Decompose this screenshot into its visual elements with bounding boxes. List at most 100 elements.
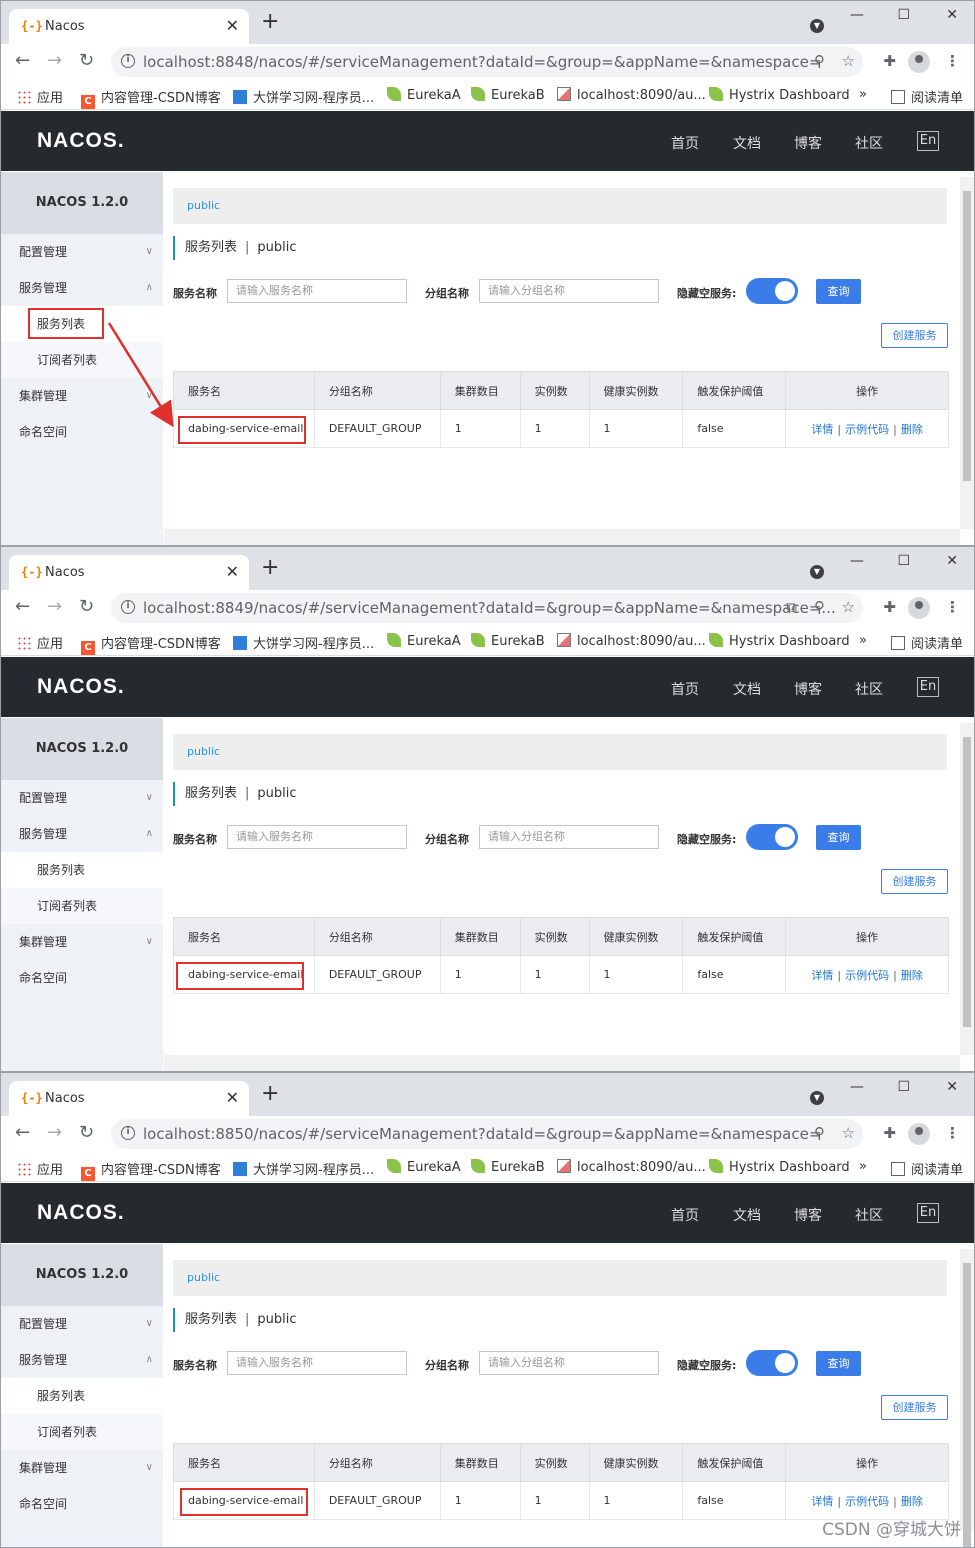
bookmark-item[interactable]: localhost:8090/au... (557, 1159, 706, 1175)
nacos-logo[interactable]: NACOS. (37, 675, 125, 699)
reload-icon[interactable]: ↻ (79, 1122, 94, 1143)
scrollbar-thumb[interactable] (963, 191, 971, 481)
tab-close-icon[interactable]: ✕ (226, 1088, 239, 1107)
bookmark-item[interactable]: 应用 (17, 1159, 63, 1178)
nacos-logo[interactable]: NACOS. (37, 129, 125, 153)
group-name-input[interactable]: 请输入分组名称 (479, 825, 659, 849)
window-close-icon[interactable]: ✕ (946, 553, 958, 569)
sidebar-item-service-list[interactable]: 服务列表 (1, 1378, 163, 1414)
query-button[interactable]: 查询 (816, 825, 861, 850)
back-arrow-icon[interactable]: ← (15, 1122, 30, 1143)
bookmark-item[interactable]: Hystrix Dashboard (709, 87, 850, 103)
vertical-scrollbar[interactable] (960, 723, 974, 1055)
tab-search-icon[interactable]: ▼ (810, 1091, 824, 1105)
minimize-icon[interactable]: — (850, 7, 864, 23)
bookmark-item[interactable]: EurekaA (387, 1159, 461, 1175)
tab-close-icon[interactable]: ✕ (226, 16, 239, 35)
sample-code-link[interactable]: 示例代码 (845, 1495, 889, 1508)
window-close-icon[interactable]: ✕ (946, 7, 958, 23)
nav-blog[interactable]: 博客 (794, 133, 822, 153)
language-switch[interactable]: En (917, 1203, 939, 1223)
zoom-icon[interactable]: ⚲ (814, 598, 825, 616)
create-service-button[interactable]: 创建服务 (881, 869, 948, 894)
browser-tab[interactable]: {-} Nacos ✕ (9, 1081, 249, 1116)
info-icon[interactable]: i (121, 54, 135, 68)
back-arrow-icon[interactable]: ← (15, 50, 30, 71)
service-name-input[interactable]: 请输入服务名称 (227, 1351, 407, 1375)
sidebar-item-service[interactable]: 服务管理 ∧ (1, 816, 163, 852)
vertical-scrollbar[interactable] (960, 1249, 974, 1547)
new-tab-icon[interactable]: + (261, 1083, 279, 1105)
breadcrumb[interactable]: public (173, 734, 947, 770)
tab-search-icon[interactable]: ▼ (810, 565, 824, 579)
browser-tab[interactable]: {-} Nacos ✕ (9, 555, 249, 590)
minimize-icon[interactable]: — (850, 1079, 864, 1095)
sidebar-item-service[interactable]: 服务管理 ∧ (1, 1342, 163, 1378)
browser-tab[interactable]: {-} Nacos ✕ (9, 9, 249, 44)
url-text[interactable]: localhost:8849/nacos/#/serviceManagement… (143, 599, 836, 617)
sidebar-item-cluster[interactable]: 集群管理 ∨ (1, 378, 163, 414)
bookmark-star-icon[interactable]: ☆ (842, 52, 855, 70)
kebab-menu-icon[interactable]: ⋮ (945, 598, 960, 616)
vertical-scrollbar[interactable] (960, 177, 974, 529)
address-bar[interactable]: i localhost:8850/nacos/#/serviceManageme… (111, 1119, 863, 1149)
forward-arrow-icon[interactable]: → (47, 50, 62, 71)
sidebar-item-cluster[interactable]: 集群管理 ∨ (1, 924, 163, 960)
bookmark-item[interactable]: EurekaB (471, 87, 545, 103)
nav-docs[interactable]: 文档 (733, 1205, 761, 1225)
nav-community[interactable]: 社区 (855, 133, 883, 153)
forward-arrow-icon[interactable]: → (47, 596, 62, 617)
profile-avatar[interactable] (908, 51, 930, 73)
bookmark-item[interactable]: » (859, 87, 867, 102)
bookmark-item[interactable]: EurekaA (387, 87, 461, 103)
bookmark-item[interactable]: 应用 (17, 633, 63, 652)
delete-link[interactable]: 删除 (901, 969, 923, 982)
tab-search-icon[interactable]: ▼ (810, 19, 824, 33)
maximize-icon[interactable]: ☐ (897, 1079, 910, 1095)
translate-icon[interactable]: ⧉ (786, 598, 797, 616)
bookmark-item[interactable]: 阅读清单 (891, 1159, 963, 1178)
language-switch[interactable]: En (917, 677, 939, 697)
bookmark-item[interactable]: 阅读清单 (891, 87, 963, 106)
scrollbar-thumb[interactable] (963, 1263, 971, 1547)
sidebar-item-namespace[interactable]: 命名空间 (1, 414, 163, 450)
sidebar-item-subscribers[interactable]: 订阅者列表 (1, 342, 163, 378)
nav-home[interactable]: 首页 (671, 679, 699, 699)
zoom-icon[interactable]: ⚲ (814, 52, 825, 70)
url-text[interactable]: localhost:8848/nacos/#/serviceManagement… (143, 53, 821, 71)
bookmark-star-icon[interactable]: ☆ (842, 598, 855, 616)
horizontal-scrollbar[interactable] (164, 529, 960, 545)
nav-home[interactable]: 首页 (671, 1205, 699, 1225)
kebab-menu-icon[interactable]: ⋮ (945, 52, 960, 70)
bookmark-item[interactable]: EurekaB (471, 633, 545, 649)
extensions-puzzle-icon[interactable]: ✚ (883, 1124, 896, 1142)
create-service-button[interactable]: 创建服务 (881, 323, 948, 348)
bookmark-item[interactable]: EurekaA (387, 633, 461, 649)
detail-link[interactable]: 详情 (811, 969, 833, 982)
maximize-icon[interactable]: ☐ (897, 7, 910, 23)
bookmark-item[interactable]: Hystrix Dashboard (709, 1159, 850, 1175)
language-switch[interactable]: En (917, 131, 939, 151)
delete-link[interactable]: 删除 (901, 1495, 923, 1508)
bookmark-item[interactable]: Hystrix Dashboard (709, 633, 850, 649)
nav-community[interactable]: 社区 (855, 1205, 883, 1225)
extensions-puzzle-icon[interactable]: ✚ (883, 52, 896, 70)
sidebar-item-cluster[interactable]: 集群管理 ∨ (1, 1450, 163, 1486)
sidebar-item-service-list[interactable]: 服务列表 (1, 852, 163, 888)
nav-home[interactable]: 首页 (671, 133, 699, 153)
bookmark-item[interactable]: » (859, 633, 867, 648)
nav-blog[interactable]: 博客 (794, 679, 822, 699)
hide-empty-toggle[interactable] (746, 824, 798, 850)
bookmark-star-icon[interactable]: ☆ (842, 1124, 855, 1142)
bookmark-item[interactable]: 应用 (17, 87, 63, 106)
new-tab-icon[interactable]: + (261, 11, 279, 33)
profile-avatar[interactable] (908, 597, 930, 619)
forward-arrow-icon[interactable]: → (47, 1122, 62, 1143)
query-button[interactable]: 查询 (816, 279, 861, 304)
nav-community[interactable]: 社区 (855, 679, 883, 699)
service-name-input[interactable]: 请输入服务名称 (227, 825, 407, 849)
sidebar-item-config[interactable]: 配置管理 ∨ (1, 1306, 163, 1342)
sidebar-item-config[interactable]: 配置管理 ∨ (1, 234, 163, 270)
reload-icon[interactable]: ↻ (79, 50, 94, 71)
kebab-menu-icon[interactable]: ⋮ (945, 1124, 960, 1142)
